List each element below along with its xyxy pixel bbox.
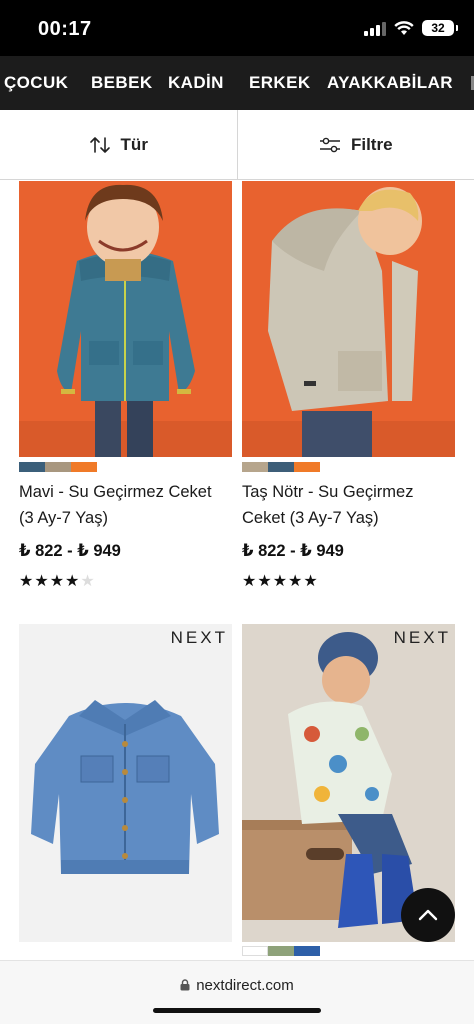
brand-logo: NEXT xyxy=(393,628,451,647)
star-icon: ★ xyxy=(272,573,288,590)
swatch[interactable] xyxy=(242,946,268,956)
star-empty-icon: ★ xyxy=(80,573,95,590)
lock-icon xyxy=(180,978,190,995)
product-image[interactable] xyxy=(19,181,232,457)
nav-item-bebek[interactable]: BEBEK xyxy=(91,73,153,93)
filter-sliders-icon xyxy=(319,137,340,152)
swatch[interactable] xyxy=(268,946,294,956)
browser-url-bar[interactable]: nextdirect.com xyxy=(0,960,474,1024)
nav-item-ayakkabilar[interactable]: AYAKKABİLAR xyxy=(327,73,453,93)
color-swatches[interactable] xyxy=(242,462,320,472)
product-price: ₺ 822 - ₺ 949 xyxy=(242,542,344,560)
scroll-to-top-button[interactable] xyxy=(401,888,455,942)
star-icon: ★ xyxy=(242,573,257,590)
product-image[interactable]: NEXT xyxy=(19,624,232,942)
star-icon: ★ xyxy=(65,573,80,590)
sort-label: Tür xyxy=(120,134,148,154)
sort-button[interactable]: Tür xyxy=(0,110,238,179)
swatch[interactable] xyxy=(19,462,45,472)
swatch[interactable] xyxy=(45,462,71,472)
star-icon: ★ xyxy=(34,573,49,590)
status-bar: 00:17 32 xyxy=(0,0,474,56)
rating-stars: ★ ★ ★ ★ ★ xyxy=(242,571,318,591)
battery-indicator: 32 xyxy=(422,20,458,36)
cellular-signal-icon xyxy=(364,20,386,36)
product-card[interactable]: NEXT xyxy=(19,624,232,960)
nav-item-cocuk[interactable]: ÇOCUK xyxy=(4,73,68,93)
product-title[interactable]: Mavi - Su Geçirmez Ceket (3 Ay-7 Yaş) xyxy=(19,479,234,531)
product-card[interactable]: Mavi - Su Geçirmez Ceket (3 Ay-7 Yaş) ₺ … xyxy=(19,181,232,601)
color-swatches[interactable] xyxy=(242,946,320,956)
swatch[interactable] xyxy=(294,946,320,956)
product-image[interactable] xyxy=(242,181,455,457)
nav-item-erkek[interactable]: ERKEK xyxy=(249,73,311,93)
brand-logo: NEXT xyxy=(170,628,228,647)
filter-button[interactable]: Filtre xyxy=(238,110,474,179)
product-title-line: Ceket (3 Ay-7 Yaş) xyxy=(242,509,379,527)
filter-label: Filtre xyxy=(350,134,393,154)
wifi-icon xyxy=(394,20,414,36)
url-display[interactable]: nextdirect.com xyxy=(0,977,474,995)
color-swatches[interactable] xyxy=(19,462,97,472)
status-icons: 32 xyxy=(364,20,458,36)
product-card[interactable]: Taş Nötr - Su Geçirmez Ceket (3 Ay-7 Yaş… xyxy=(242,181,455,601)
product-title-line: Mavi - Su Geçirmez Ceket xyxy=(19,483,212,501)
product-title-line: (3 Ay-7 Yaş) xyxy=(19,509,108,527)
star-icon: ★ xyxy=(257,573,272,590)
chevron-up-icon xyxy=(418,909,438,921)
nav-item-kadin[interactable]: KADİN xyxy=(168,73,224,93)
home-indicator xyxy=(153,1008,321,1013)
swatch[interactable] xyxy=(71,462,97,472)
product-price: ₺ 822 - ₺ 949 xyxy=(19,542,121,560)
star-icon: ★ xyxy=(49,573,65,590)
sort-icon xyxy=(89,136,110,153)
star-icon: ★ xyxy=(288,573,303,590)
category-nav: ÇOCUK BEBEK KADİN ERKEK AYAKKABİLAR xyxy=(0,56,474,110)
product-title[interactable]: Taş Nötr - Su Geçirmez Ceket (3 Ay-7 Yaş… xyxy=(242,479,457,531)
status-time: 00:17 xyxy=(38,18,92,40)
url-domain: nextdirect.com xyxy=(196,977,294,994)
swatch[interactable] xyxy=(294,462,320,472)
swatch[interactable] xyxy=(268,462,294,472)
swatch[interactable] xyxy=(242,462,268,472)
star-icon: ★ xyxy=(303,573,318,590)
rating-stars: ★ ★ ★ ★ ★ xyxy=(19,571,95,591)
product-title-line: Taş Nötr - Su Geçirmez xyxy=(242,483,414,501)
star-icon: ★ xyxy=(19,573,34,590)
sort-filter-toolbar: Tür Filtre xyxy=(0,110,474,180)
